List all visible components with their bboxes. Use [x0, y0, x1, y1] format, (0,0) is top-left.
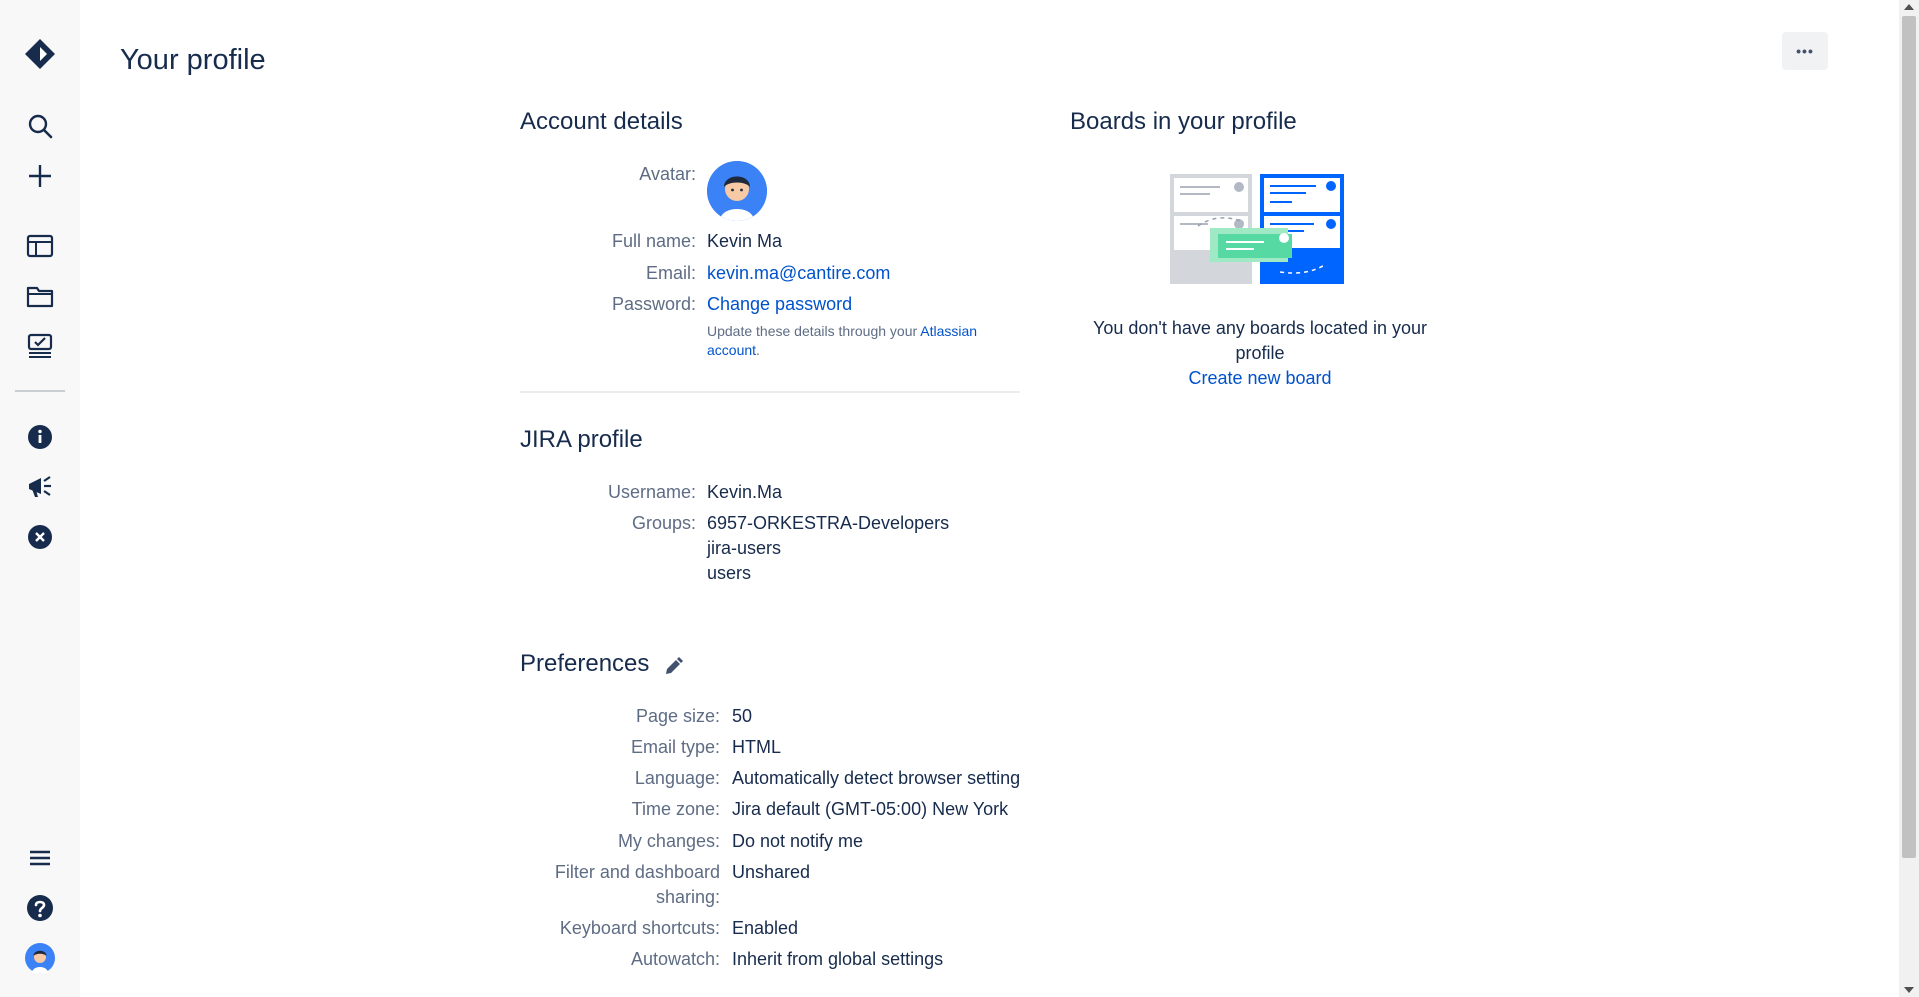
boards-illustration-icon — [1170, 174, 1344, 284]
pref-label-language: Language: — [634, 768, 720, 788]
edit-preferences-icon[interactable] — [662, 656, 684, 678]
boards-empty-message: You don't have any boards located in you… — [1090, 316, 1430, 366]
avatar-icon[interactable] — [20, 938, 60, 978]
account-hint-prefix: Update these details through your — [707, 323, 921, 339]
account-hint-suffix: . — [756, 342, 760, 358]
pref-value-page-size: 50 — [732, 706, 753, 726]
username-label: Username: — [607, 482, 696, 502]
jira-logo-icon[interactable] — [20, 34, 60, 74]
menu-icon[interactable] — [20, 838, 60, 878]
board-icon[interactable] — [20, 226, 60, 266]
plus-icon[interactable] — [20, 156, 60, 196]
avatar-label: Avatar: — [639, 164, 696, 184]
pref-label-my-changes: My changes: — [617, 831, 720, 851]
pref-value-time-zone: Jira default (GMT-05:00) New York — [732, 799, 1009, 819]
pref-value-my-changes: Do not notify me — [732, 831, 864, 851]
pref-value-email-type: HTML — [732, 737, 781, 757]
avatar-image-icon — [707, 161, 767, 221]
pref-value-language: Automatically detect browser setting — [732, 768, 1021, 788]
email-link[interactable]: kevin.ma@cantire.com — [707, 261, 890, 286]
scroll-down-icon[interactable] — [1904, 987, 1914, 993]
fullname-label: Full name: — [611, 231, 696, 251]
email-label: Email: — [645, 263, 696, 283]
boards-empty-line2: profile — [1235, 343, 1285, 363]
scroll-up-icon[interactable] — [1904, 4, 1914, 10]
scroll-thumb[interactable] — [1902, 16, 1916, 858]
create-new-board-link[interactable]: Create new board — [1090, 366, 1430, 391]
fullname-value: Kevin Ma — [707, 231, 783, 251]
pref-label-email-type: Email type: — [630, 737, 720, 757]
pref-label-time-zone: Time zone: — [631, 799, 720, 819]
page-title: Your profile — [120, 44, 266, 76]
change-password-link[interactable]: Change password — [707, 292, 852, 317]
group-item: jira-users — [707, 538, 782, 558]
search-icon[interactable] — [20, 106, 60, 146]
atlassian-link-text-1: Atlassian — [920, 323, 978, 339]
group-item: users — [707, 563, 752, 583]
info-icon[interactable] — [20, 417, 60, 457]
preferences-title: Preferences — [520, 650, 650, 677]
password-label: Password: — [611, 294, 696, 314]
jira-profile-title: JIRA profile — [520, 426, 643, 453]
account-details-title: Account details — [520, 108, 683, 135]
section-divider — [520, 391, 1020, 393]
boards-title: Boards in your profile — [1070, 108, 1297, 135]
pref-label-keyboard-shortcuts: Keyboard shortcuts: — [559, 918, 720, 938]
more-actions-button[interactable]: ••• — [1782, 32, 1828, 70]
account-hint: Update these details through your Atlass… — [707, 322, 1027, 360]
boards-empty-line1: You don't have any boards located in you… — [1092, 318, 1427, 338]
atlassian-link-text-2: account — [707, 342, 757, 358]
groups-label: Groups: — [631, 513, 696, 533]
close-circle-icon[interactable] — [20, 517, 60, 557]
pref-value-sharing: Unshared — [732, 862, 811, 882]
pref-value-autowatch: Inherit from global settings — [732, 949, 944, 969]
pref-label-autowatch: Autowatch: — [630, 949, 720, 969]
more-icon: ••• — [1796, 43, 1814, 59]
username-value: Kevin.Ma — [707, 482, 783, 502]
pref-label-sharing-line1: Filter and dashboard — [554, 862, 720, 882]
page-scrollbar[interactable] — [1899, 0, 1919, 997]
help-icon[interactable] — [20, 888, 60, 928]
megaphone-icon[interactable] — [20, 467, 60, 507]
global-sidebar — [0, 0, 80, 997]
checklist-icon[interactable] — [20, 326, 60, 366]
sidebar-divider — [15, 390, 65, 392]
pref-label-sharing-line2: sharing: — [655, 887, 720, 907]
folder-icon[interactable] — [20, 276, 60, 316]
profile-avatar[interactable] — [707, 161, 767, 221]
pref-label-page-size: Page size: — [635, 706, 720, 726]
pref-value-keyboard-shortcuts: Enabled — [732, 918, 799, 938]
group-item: 6957-ORKESTRA-Developers — [707, 513, 950, 533]
